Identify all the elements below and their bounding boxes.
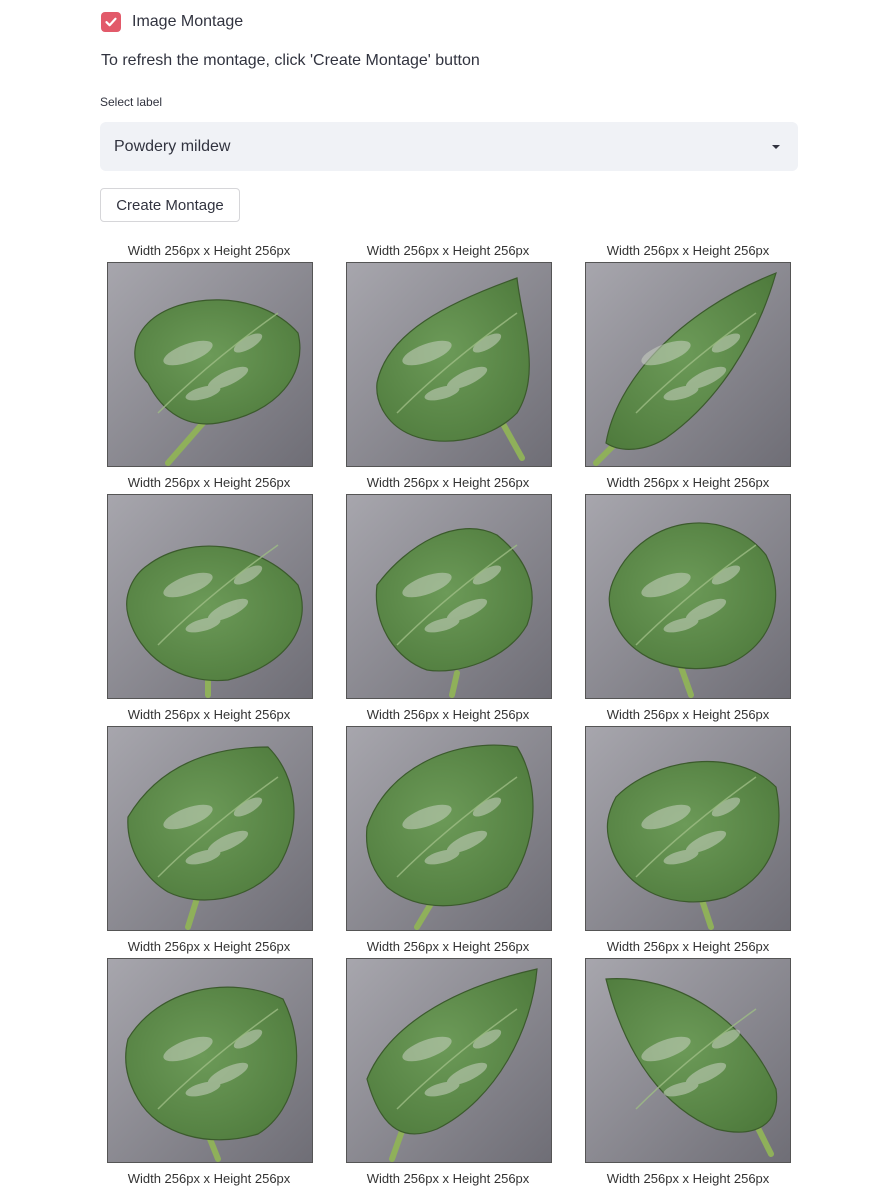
leaf-image — [585, 262, 791, 467]
leaf-image — [346, 262, 552, 467]
leaf-image — [585, 726, 791, 931]
leaf-image — [107, 958, 313, 1163]
leaf-image — [346, 726, 552, 931]
image-caption: Width 256px x Height 256px — [127, 707, 291, 722]
image-caption: Width 256px x Height 256px — [127, 1171, 291, 1186]
leaf-image — [585, 958, 791, 1163]
image-caption: Width 256px x Height 256px — [606, 243, 770, 258]
leaf-image — [107, 262, 313, 467]
image-caption: Width 256px x Height 256px — [606, 707, 770, 722]
image-caption: Width 256px x Height 256px — [366, 243, 530, 258]
image-caption: Width 256px x Height 256px — [606, 939, 770, 954]
leaf-image — [585, 494, 791, 699]
image-montage-grid: Width 256px x Height 256px Width 256px x … — [0, 0, 880, 1188]
image-caption: Width 256px x Height 256px — [127, 475, 291, 490]
leaf-image — [346, 494, 552, 699]
image-caption: Width 256px x Height 256px — [366, 939, 530, 954]
image-caption: Width 256px x Height 256px — [606, 1171, 770, 1186]
leaf-image — [107, 726, 313, 931]
leaf-image — [346, 958, 552, 1163]
image-caption: Width 256px x Height 256px — [366, 1171, 530, 1186]
leaf-image — [107, 494, 313, 699]
image-caption: Width 256px x Height 256px — [127, 243, 291, 258]
image-caption: Width 256px x Height 256px — [127, 939, 291, 954]
image-caption: Width 256px x Height 256px — [366, 475, 530, 490]
image-caption: Width 256px x Height 256px — [366, 707, 530, 722]
image-caption: Width 256px x Height 256px — [606, 475, 770, 490]
